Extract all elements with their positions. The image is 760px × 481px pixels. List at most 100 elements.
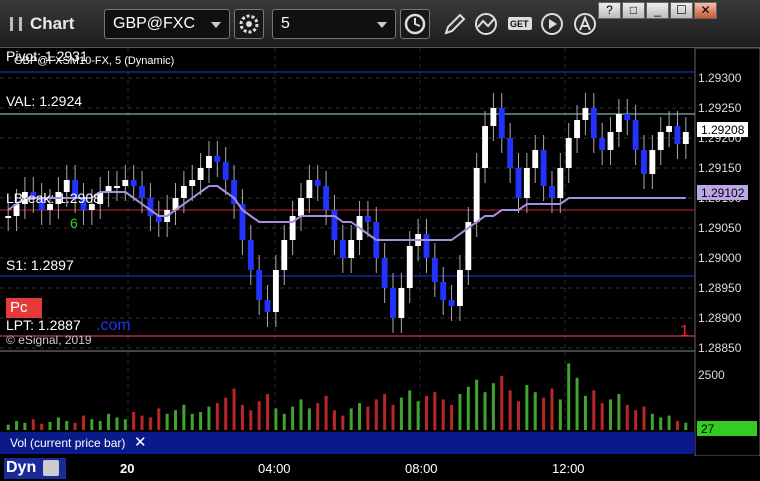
volume-bar: [65, 421, 69, 430]
volume-axis-label: 2500: [698, 368, 725, 382]
volume-bar: [266, 394, 270, 430]
minimize-button[interactable]: _: [646, 2, 669, 19]
volume-bar: [450, 404, 454, 430]
candle: [590, 108, 597, 138]
candle: [457, 270, 463, 306]
candle: [139, 186, 145, 198]
chart-toolbar: Chart GBP@FXC 5 GET ? □ _ ☐ ✕: [0, 0, 760, 48]
volume-bar: [567, 363, 571, 430]
volume-bar: [31, 419, 35, 430]
time-template-button[interactable]: [400, 9, 430, 39]
volume-bar: [15, 421, 19, 430]
volume-bar: [408, 390, 412, 430]
study-icon[interactable]: [473, 11, 501, 37]
volume-bar: [575, 377, 579, 430]
candle: [390, 288, 396, 318]
candle: [540, 150, 547, 186]
volume-bar: [358, 403, 362, 430]
volume-bar: [215, 403, 219, 430]
volume-bar: [157, 408, 161, 430]
play-icon[interactable]: [539, 11, 567, 37]
volume-bar: [56, 417, 60, 430]
volume-bar: [123, 419, 127, 430]
svg-text:GET: GET: [510, 19, 529, 29]
volume-bar: [558, 399, 562, 430]
candle: [482, 126, 488, 168]
candle: [574, 120, 580, 138]
price-axis-tick: 1.29300: [698, 71, 742, 85]
volume-bar: [466, 386, 470, 430]
volume-bar: [667, 415, 671, 430]
volume-bar: [316, 403, 320, 430]
wave-label: 6: [70, 215, 78, 231]
settings-button[interactable]: [234, 9, 264, 39]
candle: [448, 300, 455, 306]
volume-bar: [500, 376, 504, 430]
volume-bar: [199, 412, 203, 430]
volume-bar: [115, 417, 119, 430]
candle: [206, 156, 212, 168]
symbol-selector[interactable]: GBP@FXC: [104, 9, 230, 39]
candle: [180, 186, 187, 198]
alert-icon[interactable]: [572, 11, 600, 37]
volume-bar: [675, 421, 679, 430]
pencil-icon[interactable]: [440, 11, 468, 37]
volume-bar: [341, 415, 345, 430]
interval-selector[interactable]: 5: [272, 9, 396, 39]
volume-bar: [424, 395, 428, 430]
copyright-text: © eSignal, 2019: [6, 333, 92, 347]
candle: [674, 126, 681, 144]
volume-bar: [625, 404, 629, 430]
candle: [423, 234, 430, 258]
dynamic-mode-button[interactable]: Dyn: [4, 458, 66, 479]
volume-bar: [48, 421, 52, 430]
symbol-value: GBP@FXC: [113, 15, 196, 32]
candle: [523, 168, 530, 198]
volume-bar: [307, 408, 311, 430]
volume-study-title-bar[interactable]: Vol (current price bar) ✕: [0, 432, 695, 454]
lock-icon: [42, 459, 59, 476]
volume-bar: [441, 399, 445, 430]
dyn-label: Dyn: [6, 459, 37, 476]
candle: [364, 216, 371, 222]
candle: [298, 198, 304, 216]
pc-badge[interactable]: Pc: [6, 298, 42, 318]
candle: [498, 108, 505, 138]
candle: [490, 108, 497, 126]
price-chart[interactable]: [0, 48, 760, 456]
time-label-0400: 04:00: [258, 461, 291, 476]
candle: [214, 156, 221, 162]
candle: [649, 150, 656, 174]
candle: [682, 132, 689, 144]
volume-bar: [232, 388, 236, 430]
drag-grip-icon[interactable]: [10, 17, 22, 31]
candle: [339, 240, 346, 258]
volume-bar: [491, 383, 495, 430]
close-button[interactable]: ✕: [694, 2, 717, 19]
lbreak-label: LBreak: 1.2908: [6, 190, 101, 206]
help-button[interactable]: ?: [598, 2, 621, 19]
candle: [657, 132, 664, 150]
bar-marker: 1: [680, 323, 689, 340]
get-data-icon[interactable]: GET: [506, 11, 534, 37]
time-label-0800: 08:00: [405, 461, 438, 476]
lpt-label: LPT: 1.2887: [6, 317, 81, 333]
volume-bar: [642, 406, 646, 430]
volume-bar: [140, 415, 144, 430]
close-icon[interactable]: ✕: [134, 433, 147, 451]
volume-bar: [291, 406, 295, 430]
candle: [431, 258, 438, 282]
link-button[interactable]: □: [622, 2, 645, 19]
volume-bar: [148, 417, 152, 430]
volume-bar: [609, 399, 613, 430]
time-label-1200: 12:00: [552, 461, 585, 476]
volume-bar: [533, 392, 537, 430]
candle: [607, 132, 614, 150]
s1-label: S1: 1.2897: [6, 257, 74, 273]
interval-value: 5: [281, 15, 290, 32]
volume-bar: [81, 415, 85, 430]
time-axis[interactable]: [0, 456, 760, 481]
maximize-button[interactable]: ☐: [670, 2, 693, 19]
volume-bar: [366, 406, 370, 430]
volume-bar: [659, 417, 663, 430]
